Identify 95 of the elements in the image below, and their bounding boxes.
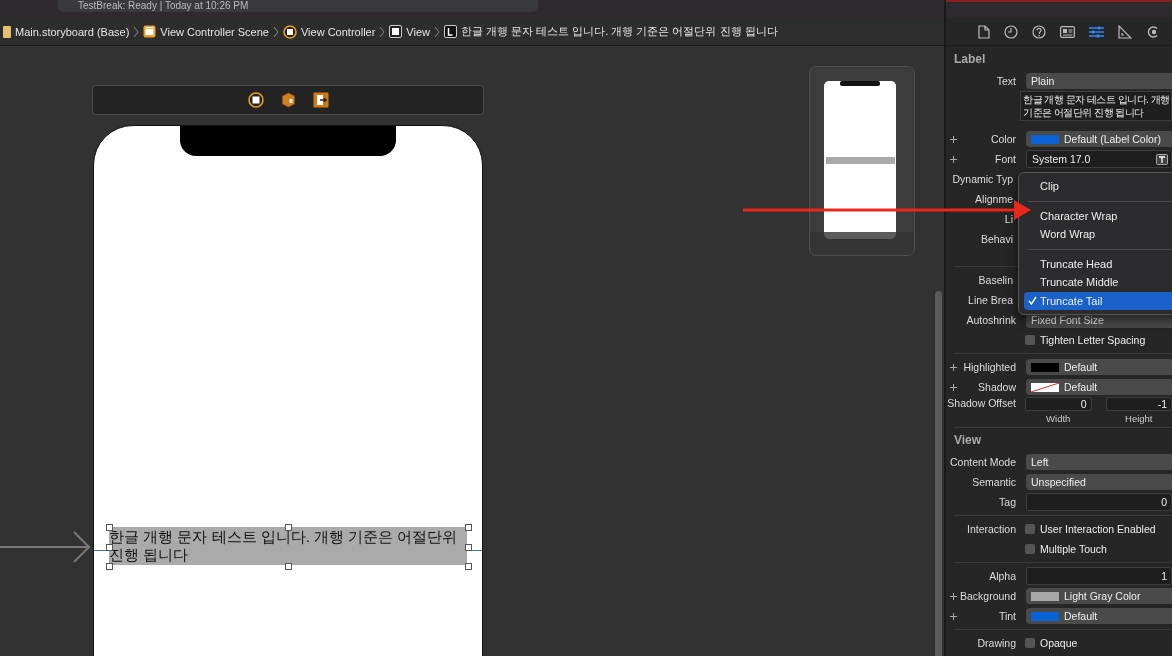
scene-icon	[143, 25, 157, 38]
resize-handle[interactable]	[106, 524, 113, 531]
menu-item[interactable]: Word Wrap	[1040, 228, 1096, 241]
property-label: Content Mode	[950, 456, 1016, 468]
property-label: Baselin	[978, 274, 1013, 286]
text-label[interactable]: 한글 개행 문자 테스트 입니다. 개행 기준은 어절단위 진행 됩니다	[109, 527, 467, 565]
property-label: Interaction	[966, 523, 1016, 535]
popup-button[interactable]: Left	[1026, 454, 1172, 470]
breadcrumb-item[interactable]: 한글 개행 문자 테스트 입니다. 개행 기준은 어절단위 진행 됩니다	[461, 24, 778, 39]
connections-icon[interactable]	[1146, 24, 1160, 39]
property-label: Alpha	[989, 570, 1016, 582]
menu-item[interactable]: Character Wrap	[1040, 209, 1118, 222]
resize-handle[interactable]	[106, 563, 113, 570]
popup-button[interactable]: Plain	[1026, 73, 1172, 89]
menu-item[interactable]: Truncate Head	[1040, 257, 1113, 270]
property-label: Shadow Offset	[947, 397, 1016, 409]
property-label: Autoshrink	[966, 314, 1016, 326]
property-label: Li	[1004, 213, 1013, 225]
breadcrumb-item[interactable]: View Controller Scene	[160, 25, 269, 38]
resize-handle[interactable]	[465, 544, 472, 551]
sliders-icon[interactable]	[1089, 24, 1104, 39]
file-icon[interactable]	[978, 24, 990, 39]
plus-icon[interactable]	[950, 383, 957, 391]
popup-button[interactable]: Default	[1026, 608, 1172, 624]
number-field[interactable]: 1	[1026, 567, 1172, 585]
property-label: Dynamic Typ	[952, 173, 1013, 185]
checkbox[interactable]	[1025, 544, 1035, 554]
view-controller-icon	[282, 24, 297, 39]
plus-icon[interactable]	[950, 592, 957, 600]
checkbox-label: Opaque	[1040, 637, 1078, 649]
checkmark-icon	[1028, 295, 1037, 305]
checkbox[interactable]	[1025, 638, 1035, 648]
activity-status: TestBreak: Ready | Today at 10:26 PM	[58, 0, 538, 12]
breadcrumb-item[interactable]: View	[406, 25, 430, 38]
property-label: Line Brea	[968, 294, 1013, 306]
cube-icon[interactable]	[280, 92, 296, 108]
plus-icon[interactable]	[950, 612, 957, 620]
breadcrumb-item[interactable]: Main.storyboard (Base)	[15, 25, 130, 38]
property-label: Tag	[999, 496, 1016, 508]
number-field[interactable]: 0	[1025, 397, 1092, 411]
checkbox-label: Multiple Touch	[1040, 543, 1107, 555]
number-field[interactable]: 0	[1026, 493, 1172, 511]
property-label: Semantic	[972, 476, 1016, 488]
field-caption: Height	[1125, 413, 1153, 424]
label-icon	[444, 25, 457, 38]
help-icon[interactable]	[1032, 24, 1046, 39]
menu-item[interactable]: Truncate Middle	[1040, 276, 1119, 289]
property-label: Alignme	[975, 193, 1013, 205]
resize-handle[interactable]	[465, 524, 472, 531]
property-label: Shadow	[978, 381, 1016, 393]
property-label: Tint	[998, 610, 1016, 622]
menu-item[interactable]: Clip	[1040, 180, 1059, 193]
number-field[interactable]: -1	[1105, 397, 1172, 411]
text-area[interactable]: 한글 개행 문자 테스트 입니다. 개행 기준은 어절단위 진행 됩니다	[1020, 91, 1172, 121]
checkbox[interactable]	[1025, 524, 1035, 534]
field-caption: Width	[1046, 413, 1071, 424]
plus-icon[interactable]	[950, 155, 957, 163]
property-label: Background	[959, 590, 1016, 602]
popup-button[interactable]: Default	[1026, 359, 1172, 375]
chevron-icon	[133, 25, 140, 38]
popup-button[interactable]: Unspecified	[1026, 474, 1172, 490]
font-field[interactable]: System 17.0	[1026, 150, 1172, 168]
checkbox-label: User Interaction Enabled	[1040, 523, 1156, 535]
property-label: Behavi	[980, 233, 1013, 245]
resize-handle[interactable]	[465, 563, 472, 570]
plus-icon[interactable]	[950, 363, 957, 371]
popup-button[interactable]: Default	[1026, 379, 1172, 395]
property-label: Color	[990, 133, 1016, 145]
resize-handle[interactable]	[285, 563, 292, 570]
ruler-icon[interactable]	[1118, 24, 1132, 39]
breadcrumb-item[interactable]: View Controller	[300, 25, 376, 38]
chevron-icon	[379, 25, 386, 38]
clock-icon[interactable]	[1004, 24, 1018, 39]
view-icon	[389, 25, 403, 38]
section-title: View	[953, 432, 983, 449]
section-title: Label	[953, 51, 987, 68]
scroll-bar[interactable]	[935, 291, 942, 656]
property-label: Drawing	[977, 637, 1016, 649]
checkbox-label: Tighten Letter Spacing	[1040, 334, 1146, 346]
checkbox[interactable]	[1025, 335, 1035, 345]
property-label: Font	[995, 153, 1016, 165]
plus-icon[interactable]	[950, 135, 957, 143]
property-label: Highlighted	[963, 361, 1016, 373]
popup-button[interactable]: Light Gray Color	[1026, 588, 1172, 604]
property-label: Text	[996, 75, 1016, 87]
chevron-icon	[272, 25, 279, 38]
storyboard-file-icon	[3, 25, 11, 38]
popup-button[interactable]: Default (Label Color)	[1026, 131, 1172, 147]
view-controller-icon[interactable]	[247, 92, 264, 108]
chevron-icon	[434, 25, 440, 38]
id-card-icon[interactable]	[1060, 25, 1075, 38]
resize-handle[interactable]	[285, 524, 292, 531]
font-picker-icon[interactable]	[1156, 153, 1168, 165]
clear-color-swatch	[1031, 382, 1059, 392]
exit-icon[interactable]	[312, 92, 329, 108]
